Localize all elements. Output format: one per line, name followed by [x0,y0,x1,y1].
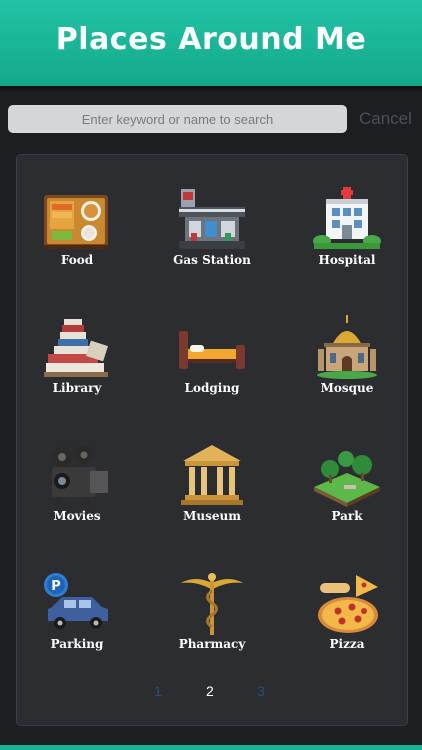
app-header: Places Around Me [0,0,422,86]
category-museum[interactable]: Museum [152,421,272,531]
category-label: Park [331,509,363,523]
pagination: 1 2 3 [17,683,407,703]
cancel-button[interactable]: Cancel [359,109,412,129]
category-label: Pizza [329,637,365,651]
category-panel: Food Gas Station Hospital Library Lodgin… [16,154,408,726]
category-pharmacy[interactable]: Pharmacy [152,549,272,659]
page-title: Places Around Me [55,22,367,57]
parking-icon: P [44,573,108,629]
search-input[interactable] [8,105,347,133]
category-movies[interactable]: Movies [17,421,137,531]
library-icon [44,319,109,377]
gas-station-icon [179,189,245,249]
category-label: Lodging [184,381,240,395]
lodging-icon [179,331,245,369]
category-label: Parking [50,637,104,651]
category-label: Mosque [320,381,374,395]
movies-icon [52,446,108,505]
search-bar: Cancel [0,92,422,144]
category-label: Gas Station [173,253,251,267]
hospital-icon [313,187,381,249]
category-parking[interactable]: P Parking [17,549,137,659]
svg-text:P: P [51,579,61,594]
park-icon [314,451,380,507]
museum-icon [181,445,243,505]
page-2-button[interactable]: 2 [206,683,214,699]
page-1-button[interactable]: 1 [154,683,162,699]
food-icon [44,195,108,249]
pharmacy-icon [181,573,243,635]
bottom-accent-bar [0,745,422,750]
page-3-button[interactable]: 3 [257,683,265,699]
category-label: Hospital [318,253,376,267]
category-park[interactable]: Park [287,421,407,531]
category-food[interactable]: Food [17,165,137,275]
category-gas-station[interactable]: Gas Station [152,165,272,275]
category-label: Library [52,381,102,395]
category-pizza[interactable]: Pizza [287,549,407,659]
mosque-icon [317,315,377,379]
pizza-icon [318,575,378,633]
category-library[interactable]: Library [17,293,137,403]
category-hospital[interactable]: Hospital [287,165,407,275]
category-lodging[interactable]: Lodging [152,293,272,403]
category-label: Pharmacy [178,637,246,651]
category-label: Movies [53,509,101,523]
category-mosque[interactable]: Mosque [287,293,407,403]
category-label: Food [60,253,94,267]
category-label: Museum [183,509,241,523]
